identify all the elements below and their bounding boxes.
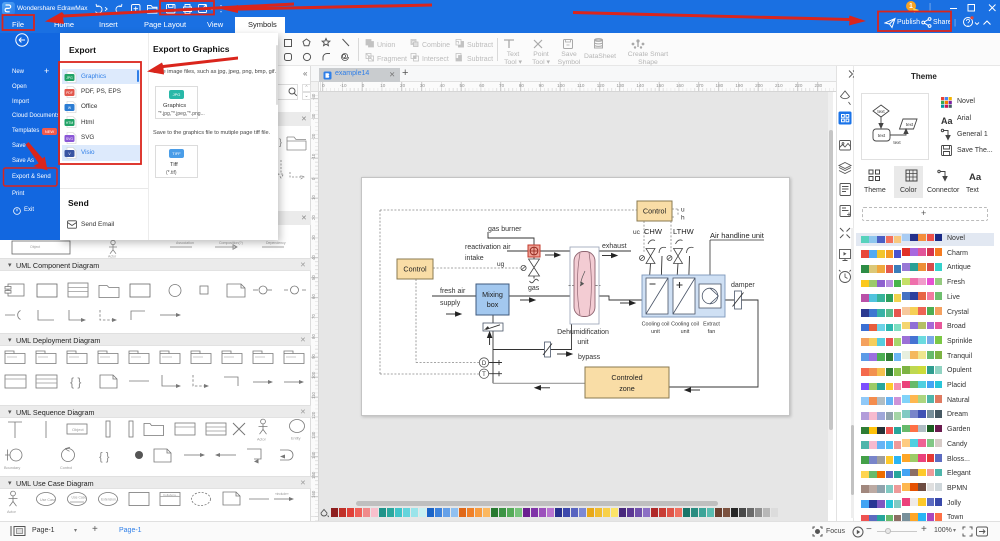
svg-text:Aa: Aa [969, 172, 982, 183]
svg-text:T: T [482, 372, 486, 378]
svg-text:u: u [681, 207, 685, 214]
svg-text:Subtract: Subtract [467, 56, 493, 63]
svg-text:{ }: { } [70, 375, 81, 389]
svg-text:Control: Control [403, 265, 427, 274]
svg-text:unit: unit [681, 329, 690, 335]
svg-text:Point: Point [533, 51, 549, 58]
svg-text:text: text [877, 109, 885, 114]
svg-text:text: text [893, 140, 901, 145]
svg-text:Extension...: Extension... [101, 498, 119, 502]
svg-text:Object: Object [72, 427, 84, 432]
svg-text:D: D [482, 361, 487, 367]
svg-text:Dehumidification: Dehumidification [557, 329, 609, 336]
svg-text:unit: unit [651, 329, 660, 335]
svg-text:Tool ▾: Tool ▾ [504, 59, 522, 66]
svg-text:Object: Object [30, 245, 40, 249]
svg-text:Tool ▾: Tool ▾ [532, 59, 550, 66]
svg-text:LTHW: LTHW [673, 227, 695, 236]
svg-text:Symbol: Symbol [558, 59, 581, 66]
svg-text:Actor: Actor [257, 438, 267, 442]
svg-text:Collabora...: Collabora... [163, 493, 179, 497]
svg-text:h: h [681, 215, 685, 222]
svg-text:text: text [878, 133, 886, 138]
svg-text:Intersect: Intersect [422, 56, 449, 63]
svg-text:Create Smart: Create Smart [628, 51, 669, 58]
svg-text:JPG: JPG [66, 76, 73, 80]
svg-text:Composition(?): Composition(?) [219, 241, 243, 245]
svg-text:Combine: Combine [422, 42, 450, 49]
svg-text:ug: ug [497, 261, 505, 268]
svg-text:}: } [279, 137, 282, 147]
svg-text:Entity: Entity [291, 437, 301, 441]
svg-text:Controled: Controled [611, 373, 642, 382]
svg-text:Fragment: Fragment [377, 56, 407, 63]
svg-text:fan: fan [708, 329, 716, 335]
svg-text:Mixing: Mixing [482, 290, 503, 299]
svg-text:damper: damper [731, 282, 755, 289]
svg-text:Cooling coil: Cooling coil [671, 322, 699, 328]
svg-text:supply: supply [440, 300, 461, 307]
svg-text:bypass: bypass [578, 354, 601, 361]
svg-text:unit: unit [577, 339, 588, 346]
svg-text:PDF: PDF [66, 91, 73, 95]
svg-text:Control: Control [643, 207, 667, 216]
svg-text:Cooling coil: Cooling coil [642, 322, 670, 328]
svg-text:Extract: Extract [703, 322, 720, 328]
svg-text:SVG: SVG [66, 137, 74, 141]
svg-text:fresh air: fresh air [440, 288, 466, 295]
svg-text:text: text [906, 122, 914, 127]
svg-text:Text: Text [507, 51, 520, 58]
svg-text:uc: uc [633, 229, 641, 236]
svg-text:intake: intake [465, 255, 484, 262]
svg-text:Subtract: Subtract [467, 42, 493, 49]
svg-text:Use Case: Use Case [40, 498, 56, 502]
svg-text:Shape: Shape [638, 59, 658, 66]
svg-text:Save: Save [561, 51, 577, 58]
svg-text:Aa: Aa [941, 116, 953, 126]
svg-text:reactivation air: reactivation air [465, 244, 511, 251]
svg-text:Boundary: Boundary [4, 466, 20, 470]
svg-text:DataSheet: DataSheet [584, 53, 616, 60]
svg-text:{ }: { } [99, 451, 110, 463]
svg-text:«include»: «include» [275, 492, 289, 496]
svg-text:Association: Association [176, 241, 194, 245]
svg-text:Actor: Actor [7, 510, 17, 514]
svg-text:Control: Control [60, 466, 72, 470]
svg-text:zone: zone [619, 384, 635, 393]
svg-text:Air handline unit: Air handline unit [710, 231, 765, 240]
svg-text:Use Case: Use Case [72, 496, 87, 500]
svg-text:gas: gas [528, 285, 540, 292]
svg-text:exhaust: exhaust [602, 243, 627, 250]
svg-text:box: box [487, 300, 499, 309]
svg-text:Union: Union [377, 42, 395, 49]
svg-text:Dependency: Dependency [266, 241, 286, 245]
svg-text:gas burner: gas burner [488, 226, 522, 233]
svg-text:HTM: HTM [66, 121, 74, 125]
svg-text:CHW: CHW [644, 227, 663, 236]
